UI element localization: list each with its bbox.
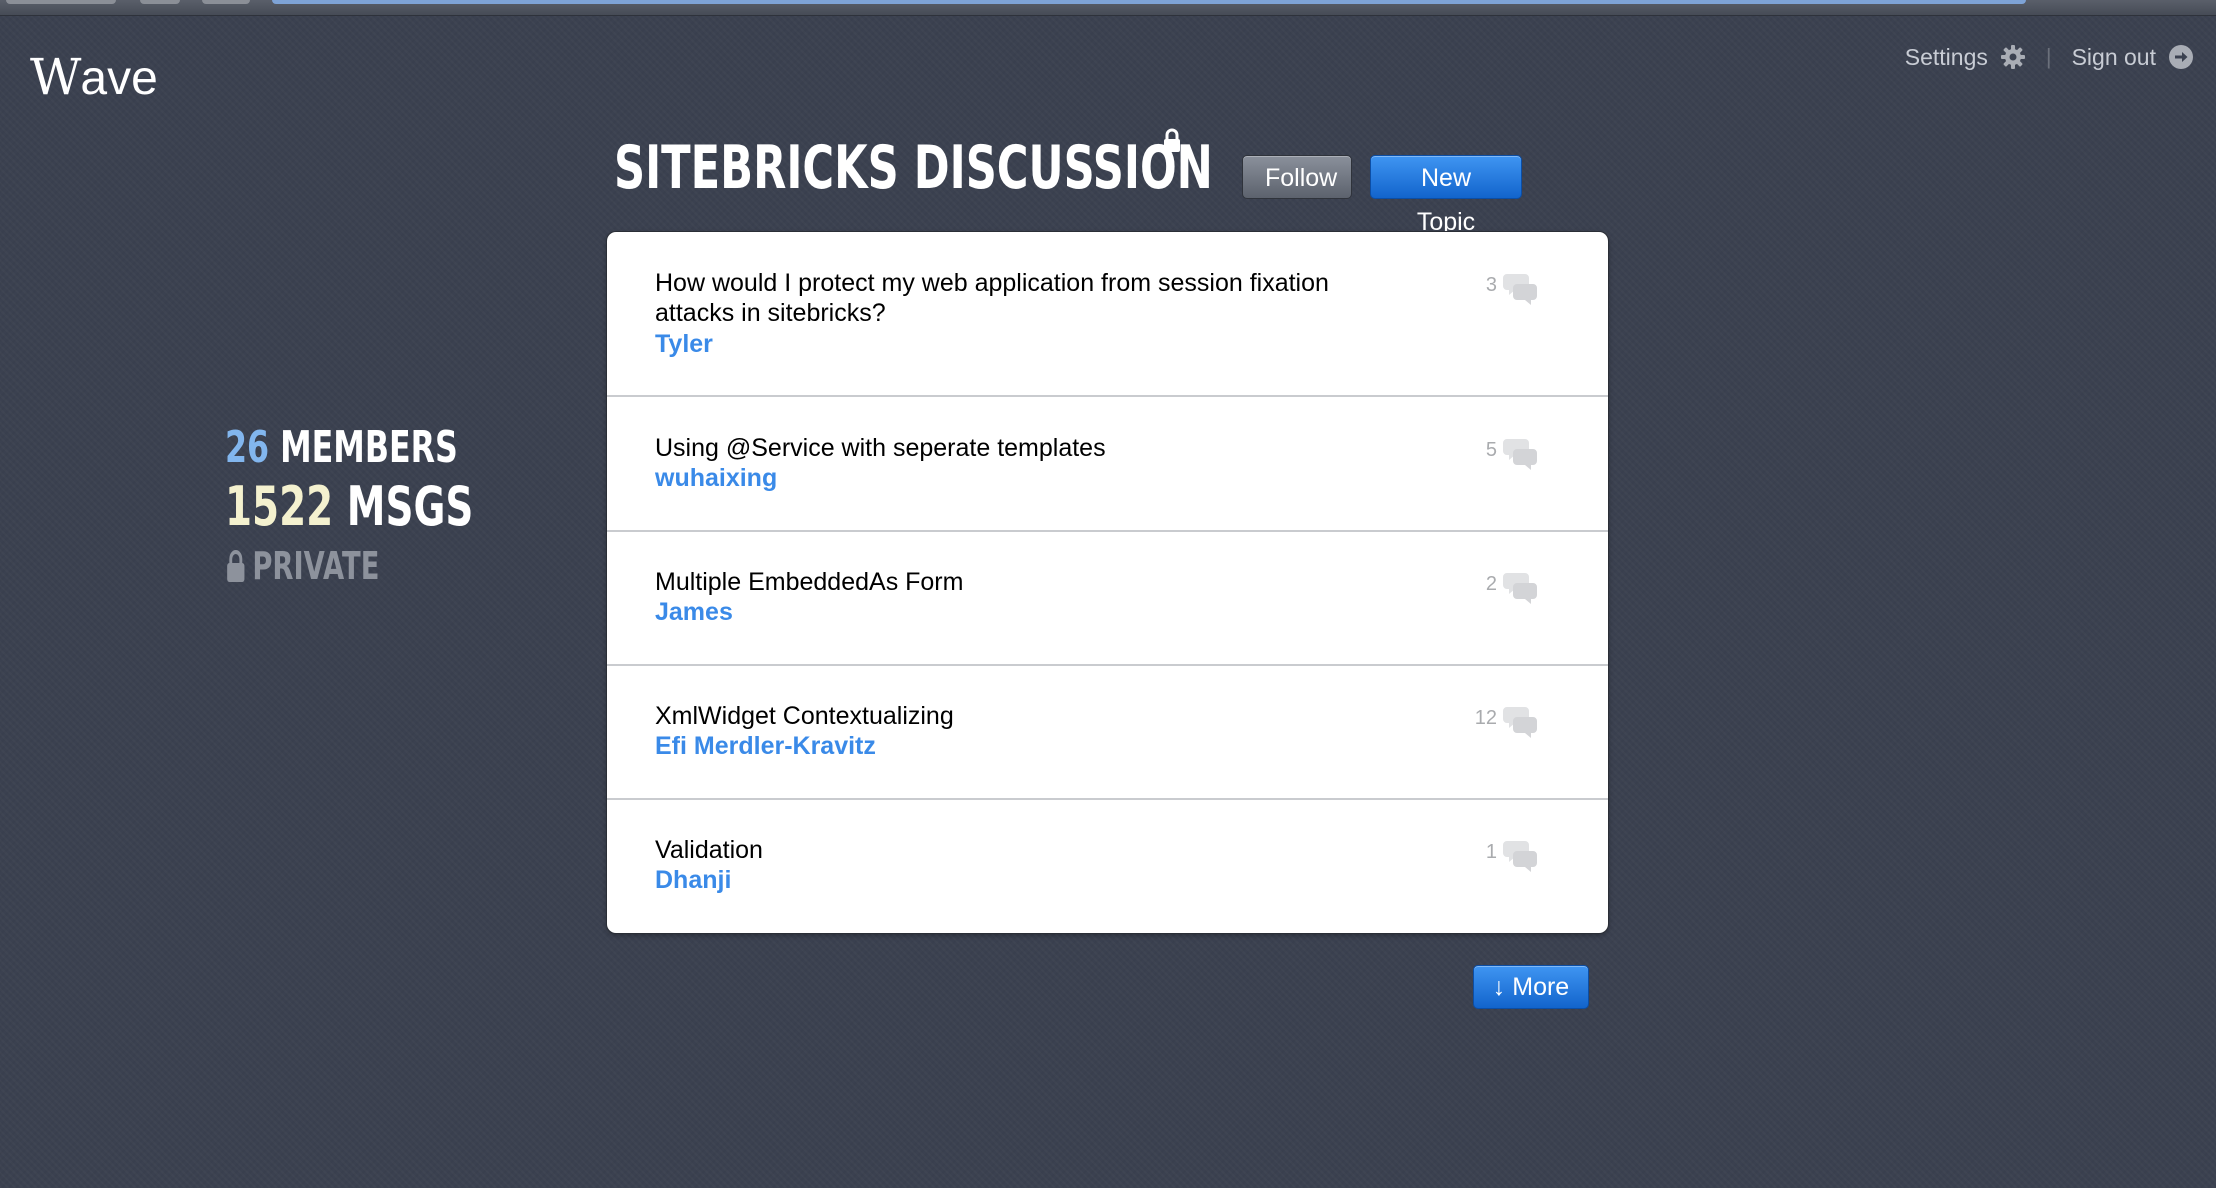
gear-icon <box>2000 45 2025 69</box>
signout-link[interactable]: Sign out <box>2072 44 2194 71</box>
topic-row[interactable]: How would I protect my web application f… <box>607 232 1608 397</box>
messages-stat: 1522 MSGS <box>225 476 473 538</box>
signout-label: Sign out <box>2071 43 2156 70</box>
topic-title[interactable]: How would I protect my web application f… <box>655 268 1395 328</box>
arrow-right-circle-icon <box>2169 45 2193 69</box>
reply-count: 1 <box>1485 841 1497 863</box>
private-label: PRIVATE <box>252 544 380 588</box>
members-label: MEMBERS <box>280 422 458 473</box>
nav-separator: | <box>2045 44 2052 69</box>
more-button[interactable]: ↓ More <box>1473 965 1589 1009</box>
topic-title[interactable]: Multiple EmbeddedAs Form <box>655 567 1395 597</box>
topic-title[interactable]: XmlWidget Contextualizing <box>655 701 1395 731</box>
topic-author[interactable]: wuhaixing <box>655 463 777 493</box>
browser-toolbar-edge <box>202 0 250 4</box>
reply-count: 12 <box>1474 707 1497 729</box>
topic-author[interactable]: Tyler <box>655 329 713 359</box>
browser-toolbar-edge <box>140 0 180 4</box>
messages-label: MSGS <box>346 475 474 538</box>
browser-toolbar-edge <box>6 0 116 4</box>
reply-count: 2 <box>1485 573 1497 595</box>
messages-count: 1522 <box>225 475 334 538</box>
members-stat: 26 MEMBERS <box>225 420 473 476</box>
members-count: 26 <box>225 422 270 473</box>
lock-icon <box>227 550 245 582</box>
topic-row[interactable]: Multiple EmbeddedAs Form James 2 <box>607 532 1608 666</box>
browser-url-bar-edge[interactable] <box>272 0 2026 4</box>
topic-author[interactable]: James <box>655 597 733 627</box>
new-topic-button[interactable]: New Topic <box>1370 155 1522 236</box>
settings-link[interactable]: Settings <box>1905 44 2026 71</box>
speech-bubbles-icon <box>1503 439 1537 470</box>
app-logo[interactable]: Wave <box>30 42 158 114</box>
privacy-stat: PRIVATE <box>225 538 473 594</box>
topic-author[interactable]: Efi Merdler-Kravitz <box>655 731 876 761</box>
topic-row[interactable]: XmlWidget Contextualizing Efi Merdler-Kr… <box>607 666 1608 800</box>
topic-title[interactable]: Using @Service with seperate templates <box>655 433 1395 463</box>
top-nav: Settings | Sign out <box>1905 40 2194 74</box>
logo-initial: W <box>30 48 81 106</box>
speech-bubbles-icon <box>1503 573 1537 604</box>
browser-top-strip <box>0 0 2216 16</box>
speech-bubbles-icon <box>1503 707 1537 738</box>
follow-button[interactable]: Follow <box>1242 155 1352 199</box>
topic-title[interactable]: Validation <box>655 835 1395 865</box>
settings-label: Settings <box>1904 43 1988 70</box>
topic-row[interactable]: Validation Dhanji 1 <box>607 800 1608 933</box>
topic-list: How would I protect my web application f… <box>607 232 1608 933</box>
speech-bubbles-icon <box>1503 274 1537 305</box>
group-header: SITEBRICKS DISCUSSION <box>614 128 1213 208</box>
speech-bubbles-icon <box>1503 841 1537 872</box>
topic-row[interactable]: Using @Service with seperate templates w… <box>607 397 1608 532</box>
page-title: SITEBRICKS DISCUSSION <box>614 133 1213 203</box>
topic-author[interactable]: Dhanji <box>655 865 731 895</box>
group-stats: 26 MEMBERS 1522 MSGS PRIVATE <box>225 420 473 594</box>
reply-count: 5 <box>1485 439 1497 461</box>
reply-count: 3 <box>1485 274 1497 296</box>
logo-rest: ave <box>80 52 158 105</box>
